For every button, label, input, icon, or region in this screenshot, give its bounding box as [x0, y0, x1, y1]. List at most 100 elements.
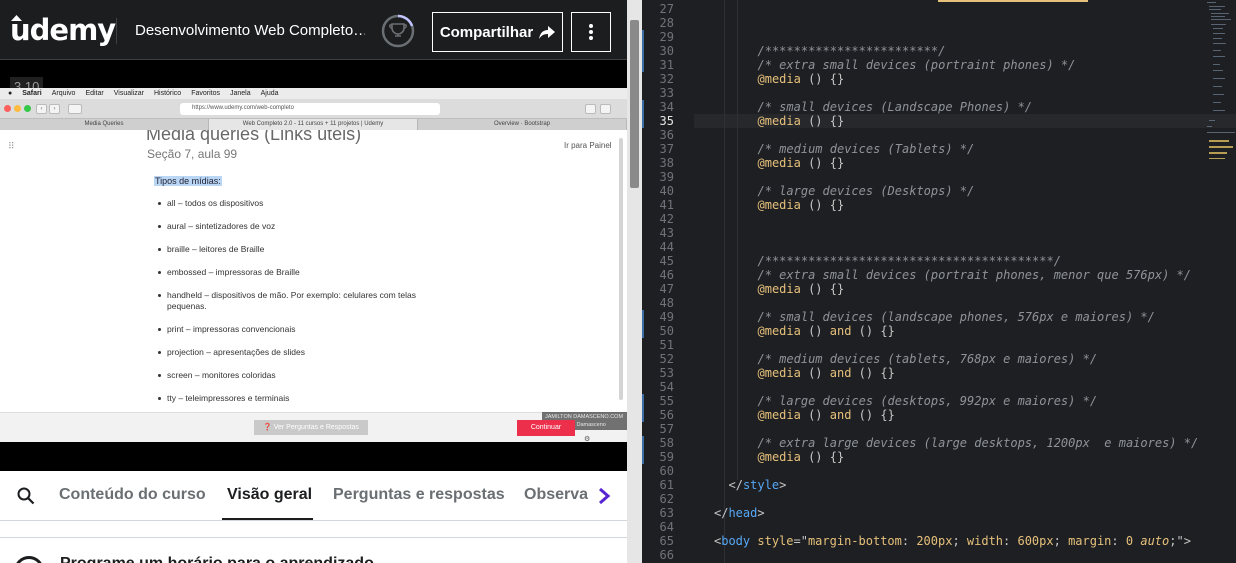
udemy-logo[interactable]: udemy: [10, 13, 116, 47]
menubar-item: Janela: [229, 90, 251, 97]
share-arrow-icon: [539, 25, 556, 39]
code-line[interactable]: /* small devices (landscape phones, 576p…: [758, 310, 1155, 324]
git-change-marker: [642, 114, 644, 128]
safari-tab: Web Completo 2.0 - 11 cursos + 11 projet…: [209, 119, 418, 130]
code-line[interactable]: <body style="margin-bottom: 200px; width…: [714, 534, 1191, 548]
list-item: all – todos os dispositivos: [158, 198, 458, 209]
line-number: 35: [659, 114, 674, 128]
share-button-label: Compartilhar: [439, 23, 534, 41]
list-item: print – impressoras convencionais: [158, 324, 458, 335]
course-title[interactable]: Desenvolvimento Web Completo…: [135, 22, 365, 39]
zoom-dot-icon: [24, 105, 31, 112]
code-line[interactable]: @media () {}: [758, 156, 845, 170]
line-number: 57: [659, 422, 674, 436]
header-divider: [116, 18, 117, 44]
line-number: 64: [659, 520, 674, 534]
list-item: screen – monitores coloridas: [158, 370, 458, 381]
trophy-icon[interactable]: [381, 14, 415, 48]
code-line[interactable]: </head>: [714, 506, 765, 520]
media-types-heading: Tipos de mídias:: [154, 176, 222, 186]
line-number: 63: [659, 506, 674, 520]
vertical-dots-icon: [589, 24, 593, 40]
sidebar-icon: [68, 104, 82, 114]
code-line[interactable]: /***************************************…: [758, 254, 1061, 268]
list-item: projection – apresentações de slides: [158, 347, 458, 358]
code-line[interactable]: @media () and () {}: [758, 324, 895, 338]
continue-button: Continuar: [517, 420, 575, 436]
code-line[interactable]: @media () {}: [758, 282, 845, 296]
line-number: 61: [659, 478, 674, 492]
code-line[interactable]: /* medium devices (Tablets) */: [758, 142, 975, 156]
chevron-right-icon[interactable]: [594, 486, 614, 506]
line-number: 39: [659, 170, 674, 184]
grip-icon: ⠿: [8, 141, 15, 151]
code-line[interactable]: @media () {}: [758, 198, 845, 212]
lecture-subtitle: Seção 7, aula 99: [147, 147, 238, 161]
apple-icon: ●: [8, 90, 13, 97]
safari-tab: Overview · Bootstrap: [418, 119, 627, 130]
line-number: 29: [659, 30, 674, 44]
line-number: 41: [659, 198, 674, 212]
tab-notes[interactable]: Observa: [524, 486, 588, 504]
list-item: tty – teleimpressores e terminais: [158, 393, 458, 404]
line-number: 30: [659, 44, 674, 58]
code-line[interactable]: /* large devices (Desktops) */: [758, 184, 975, 198]
safari-toolbar: ‹ › https://www.udemy.com/web-completo: [0, 99, 627, 119]
share-icon: [585, 104, 596, 114]
menubar-item: Favoritos: [191, 90, 220, 97]
code-line[interactable]: /* extra small devices (portraint phones…: [758, 58, 1076, 72]
video-player[interactable]: 3.10 ● Safari Arquivo Editar Visualizar …: [0, 60, 627, 471]
code-line[interactable]: @media () {}: [758, 450, 845, 464]
line-number: 31: [659, 58, 674, 72]
safari-url-bar: https://www.udemy.com/web-completo: [180, 103, 440, 115]
line-number: 49: [659, 310, 674, 324]
code-line[interactable]: @media () {}: [758, 114, 845, 128]
code-line[interactable]: /* extra large devices (large desktops, …: [758, 436, 1199, 450]
line-number: 59: [659, 450, 674, 464]
qa-button: ❓ Ver Perguntas e Respostas: [254, 420, 368, 435]
course-header: udemy Desenvolvimento Web Completo… Comp…: [0, 0, 627, 60]
code-line[interactable]: @media () and () {}: [758, 366, 895, 380]
back-icon: ‹: [36, 104, 47, 114]
search-icon[interactable]: [17, 487, 35, 505]
line-number-gutter: 27 28 29 30 31 32 33 34 35 36 37 38 39 40 41 42 43 44 45 46…: [642, 0, 694, 563]
tab-questions[interactable]: Perguntas e respostas: [333, 486, 505, 504]
lecture-scrollbar: [619, 138, 623, 400]
code-line[interactable]: /************************/: [758, 44, 946, 58]
code-line[interactable]: /* large devices (desktops, 992px e maio…: [758, 394, 1098, 408]
line-number: 53: [659, 366, 674, 380]
code-line[interactable]: </style>: [729, 478, 787, 492]
code-line[interactable]: @media () and () {}: [758, 408, 895, 422]
code-line[interactable]: /* extra small devices (portrait phones,…: [758, 268, 1191, 282]
code-line[interactable]: @media () {}: [758, 72, 845, 86]
git-change-marker: [642, 324, 644, 338]
tab-course-content[interactable]: Conteúdo do curso: [59, 486, 206, 504]
line-number: 27: [659, 2, 674, 16]
share-button[interactable]: Compartilhar: [432, 12, 563, 52]
safari-tabs: Media Queries Web Completo 2.0 - 11 curs…: [0, 119, 627, 130]
line-number: 55: [659, 394, 674, 408]
more-options-button[interactable]: [571, 12, 611, 52]
mac-menubar: ● Safari Arquivo Editar Visualizar Histó…: [0, 88, 627, 99]
minimap[interactable]: [1205, 0, 1236, 170]
help-icon: ❓: [263, 424, 272, 431]
line-number: 66: [659, 548, 674, 562]
line-number: 44: [659, 240, 674, 254]
code-editor[interactable]: 27 28 29 30 31 32 33 34 35 36 37 38 39 40 41 42 43 44 45 46…: [642, 0, 1236, 563]
code-area[interactable]: /************************//* extra small…: [694, 0, 1236, 563]
git-change-marker: [642, 30, 644, 44]
git-change-marker: [642, 436, 644, 450]
code-line[interactable]: /* medium devices (tablets, 768px e maio…: [758, 352, 1098, 366]
tabs-icon: [600, 104, 611, 114]
line-number: 50: [659, 324, 674, 338]
lecture-footer: ❓ Ver Perguntas e Respostas JAMILTON DAM…: [0, 412, 627, 443]
tab-overview[interactable]: Visão geral: [227, 486, 312, 504]
line-number: 28: [659, 16, 674, 30]
git-change-marker: [642, 408, 644, 422]
line-number: 46: [659, 268, 674, 282]
page-scrollbar-thumb[interactable]: [630, 20, 639, 188]
dashboard-link: Ir para Painel: [564, 141, 612, 150]
menubar-item: Ajuda: [260, 90, 279, 97]
lecture-title: Media queries (Links úteis): [146, 130, 362, 144]
code-line[interactable]: /* small devices (Landscape Phones) */: [758, 100, 1033, 114]
